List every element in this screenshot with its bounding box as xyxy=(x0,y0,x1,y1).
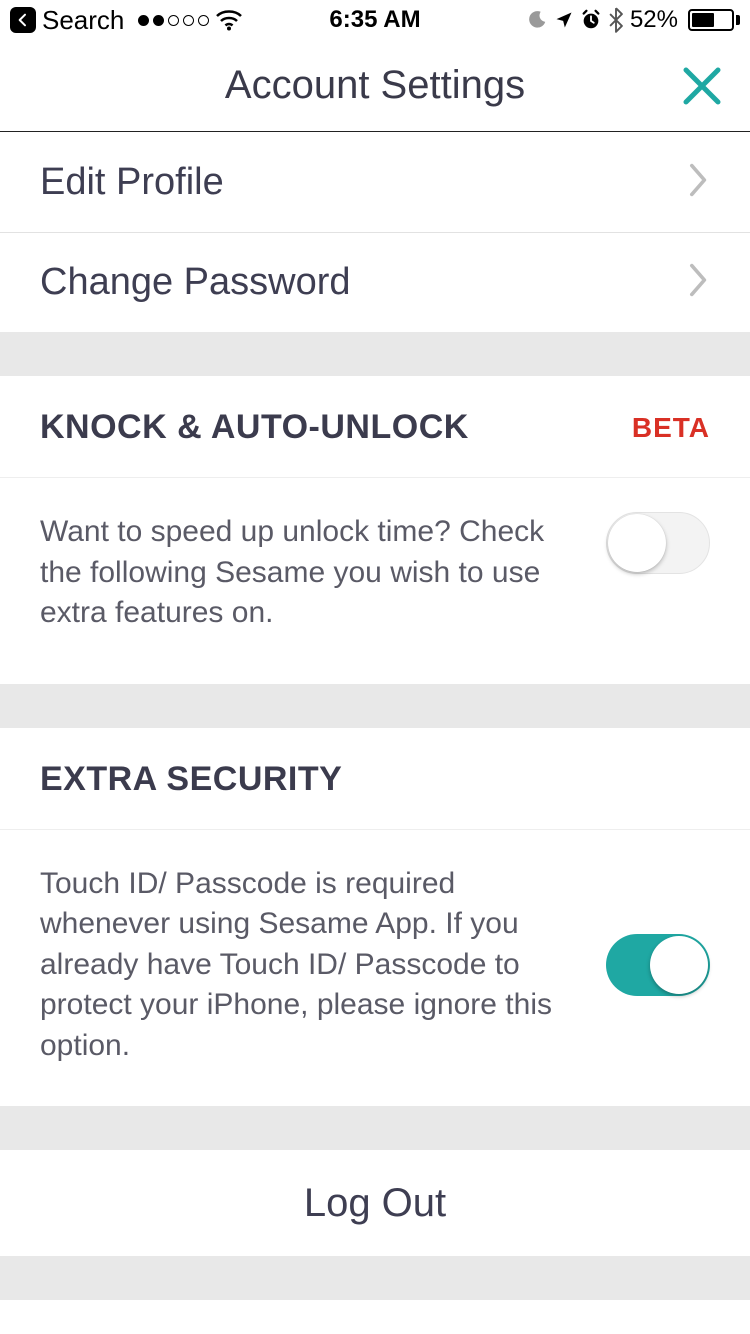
status-right: 52% xyxy=(526,6,740,34)
battery-icon xyxy=(684,9,740,31)
chevron-right-icon xyxy=(688,162,710,203)
knock-section-header: KNOCK & AUTO-UNLOCK BETA xyxy=(0,376,750,478)
section-divider xyxy=(0,684,750,728)
security-row: Touch ID/ Passcode is required whenever … xyxy=(0,830,750,1107)
status-bar: Search 6:35 AM 52% xyxy=(0,0,750,40)
edit-profile-label: Edit Profile xyxy=(40,161,224,204)
logout-label: Log Out xyxy=(304,1181,446,1226)
beta-badge: BETA xyxy=(632,412,710,444)
section-divider xyxy=(0,1256,750,1300)
battery-percent: 52% xyxy=(630,6,678,34)
security-section-header: EXTRA SECURITY xyxy=(0,728,750,830)
change-password-label: Change Password xyxy=(40,261,351,304)
close-icon xyxy=(680,64,724,108)
status-left: Search xyxy=(10,5,243,36)
knock-description: Want to speed up unlock time? Check the … xyxy=(40,512,582,634)
change-password-row[interactable]: Change Password xyxy=(0,232,750,332)
signal-dots-icon xyxy=(138,15,209,26)
wifi-icon xyxy=(215,9,243,31)
security-section-title: EXTRA SECURITY xyxy=(40,760,342,799)
logout-button[interactable]: Log Out xyxy=(0,1150,750,1256)
location-icon xyxy=(554,10,574,30)
security-description: Touch ID/ Passcode is required whenever … xyxy=(40,864,582,1067)
toggle-knob-icon xyxy=(650,936,708,994)
bluetooth-icon xyxy=(608,7,624,33)
section-divider xyxy=(0,1106,750,1150)
toggle-knob-icon xyxy=(608,514,666,572)
knock-toggle[interactable] xyxy=(606,512,710,574)
do-not-disturb-icon xyxy=(526,9,548,31)
close-button[interactable] xyxy=(674,58,730,114)
delete-account-label: Delete My Account xyxy=(208,1331,542,1334)
knock-section-title: KNOCK & AUTO-UNLOCK xyxy=(40,408,469,447)
nav-header: Account Settings xyxy=(0,40,750,132)
chevron-right-icon xyxy=(688,262,710,303)
knock-row: Want to speed up unlock time? Check the … xyxy=(0,478,750,684)
page-title: Account Settings xyxy=(225,63,525,108)
edit-profile-row[interactable]: Edit Profile xyxy=(0,132,750,232)
alarm-icon xyxy=(580,9,602,31)
security-toggle[interactable] xyxy=(606,934,710,996)
section-divider xyxy=(0,332,750,376)
delete-account-button[interactable]: Delete My Account xyxy=(0,1300,750,1334)
back-to-app-icon[interactable] xyxy=(10,7,36,33)
back-to-app-label[interactable]: Search xyxy=(42,5,124,36)
